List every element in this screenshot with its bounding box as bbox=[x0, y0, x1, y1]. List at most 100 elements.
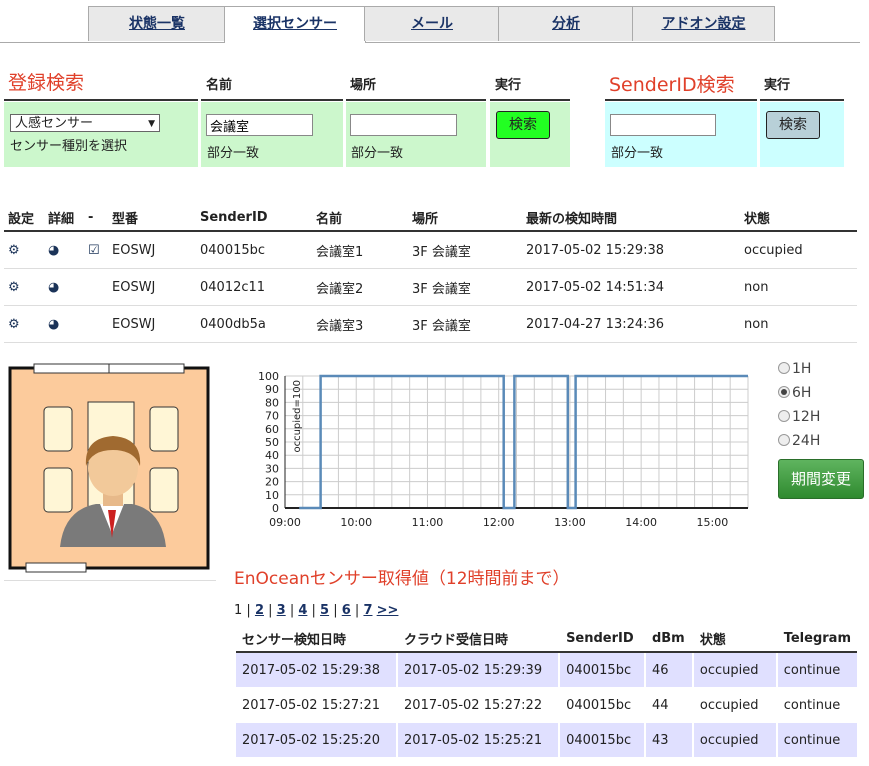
y-tick-label: 90 bbox=[265, 383, 279, 396]
y-tick-label: 10 bbox=[265, 489, 279, 502]
tab-selected-sensor[interactable]: 選択センサー bbox=[224, 6, 366, 43]
name-input[interactable] bbox=[206, 114, 313, 136]
sender-id-input[interactable] bbox=[610, 114, 716, 136]
log-table-header: センサー検知日時 クラウド受信日時 SenderID dBm 状態 Telegr… bbox=[236, 625, 857, 653]
y-tick-label: 0 bbox=[272, 502, 279, 515]
place-input[interactable] bbox=[350, 114, 457, 136]
gauge-icon[interactable]: ◕ bbox=[48, 243, 59, 258]
x-tick-label: 15:00 bbox=[697, 516, 729, 529]
radio-icon bbox=[778, 410, 790, 422]
gear-icon[interactable]: ⚙ bbox=[8, 317, 20, 332]
x-tick-label: 09:00 bbox=[269, 516, 301, 529]
col-select: - bbox=[84, 204, 108, 232]
radio-icon bbox=[778, 362, 790, 374]
pager-link[interactable]: 5 bbox=[320, 603, 329, 618]
log-title: EnOceanセンサー取得値（12時間前まで） bbox=[234, 569, 570, 589]
gauge-icon[interactable]: ◕ bbox=[48, 280, 59, 295]
col-dbm: dBm bbox=[643, 625, 693, 653]
place-cell: 3F 会議室 bbox=[408, 268, 522, 306]
pager-link[interactable]: 7 bbox=[363, 603, 372, 618]
state-cell: occupied bbox=[691, 652, 777, 688]
sensor-table: 設定 詳細 - 型番 SenderID 名前 場所 最新の検知時間 状態 ⚙ ◕… bbox=[4, 204, 857, 343]
tab-bar: 状態一覧 選択センサー メール 分析 アドオン設定 bbox=[0, 6, 860, 43]
table-row: ⚙ ◕ ☑ EOSWJ 040015bc 会議室1 3F 会議室 2017-05… bbox=[4, 231, 857, 269]
time-cell: 2017-05-02 15:29:38 bbox=[522, 231, 740, 269]
sender-id-cell: 040015bc bbox=[558, 722, 645, 758]
y-axis-label: occupied=100 bbox=[292, 380, 303, 453]
name-column-label: 名前 bbox=[206, 78, 233, 93]
time-cell: 2017-05-02 14:51:34 bbox=[522, 268, 740, 306]
chevron-down-icon: ▼ bbox=[148, 119, 155, 129]
period-option-1h[interactable]: 1H bbox=[778, 361, 811, 377]
room-illustration bbox=[8, 363, 210, 573]
col-state: 状態 bbox=[740, 204, 857, 232]
model-cell: EOSWJ bbox=[108, 231, 196, 269]
y-tick-label: 100 bbox=[258, 370, 279, 383]
tab-addon-settings[interactable]: アドオン設定 bbox=[632, 6, 775, 41]
y-tick-label: 50 bbox=[265, 436, 279, 449]
radio-selected-icon bbox=[778, 386, 790, 398]
telegram-cell: continue bbox=[775, 652, 857, 688]
period-option-6h[interactable]: 6H bbox=[778, 385, 811, 401]
register-search-button[interactable]: 検索 bbox=[496, 111, 550, 139]
pager-link[interactable]: 6 bbox=[342, 603, 351, 618]
name-cell: 会議室2 bbox=[312, 268, 408, 306]
cloud-time-cell: 2017-05-02 15:25:21 bbox=[396, 722, 560, 758]
col-model: 型番 bbox=[108, 204, 196, 232]
tab-status-list[interactable]: 状態一覧 bbox=[88, 6, 226, 41]
x-tick-label: 10:00 bbox=[340, 516, 372, 529]
col-name: 名前 bbox=[312, 204, 408, 232]
y-tick-label: 60 bbox=[265, 423, 279, 436]
place-hint: 部分一致 bbox=[351, 146, 404, 161]
pager-link[interactable]: 2 bbox=[255, 603, 264, 618]
pager-next-link[interactable]: >> bbox=[377, 603, 399, 618]
occupancy-chart: 0102030405060708090100 09:00 10:00 11:00 12:… bbox=[258, 370, 749, 529]
table-row: ⚙ ◕ EOSWJ 04012c11 会議室2 3F 会議室 2017-05-0… bbox=[4, 268, 857, 306]
sensor-table-header: 設定 詳細 - 型番 SenderID 名前 場所 最新の検知時間 状態 bbox=[4, 204, 857, 232]
tab-mail[interactable]: メール bbox=[364, 6, 500, 41]
register-search-title: 登録検索 bbox=[8, 72, 85, 94]
exec-column-label: 実行 bbox=[495, 78, 522, 93]
table-row: ⚙ ◕ EOSWJ 0400db5a 会議室3 3F 会議室 2017-04-2… bbox=[4, 305, 857, 343]
table-row: 2017-05-02 15:29:38 2017-05-02 15:29:39 … bbox=[236, 652, 857, 688]
y-tick-label: 40 bbox=[265, 449, 279, 462]
sender-id-hint: 部分一致 bbox=[611, 146, 664, 161]
x-tick-label: 11:00 bbox=[412, 516, 444, 529]
sensor-type-select[interactable]: 人感センサー ▼ bbox=[10, 114, 160, 132]
time-cell: 2017-04-27 13:24:36 bbox=[522, 305, 740, 343]
y-tick-label: 70 bbox=[265, 410, 279, 423]
col-place: 場所 bbox=[408, 204, 522, 232]
checkbox-checked-icon[interactable]: ☑ bbox=[88, 243, 100, 258]
gear-icon[interactable]: ⚙ bbox=[8, 280, 20, 295]
sender-id-cell: 04012c11 bbox=[196, 268, 312, 306]
gauge-icon[interactable]: ◕ bbox=[48, 317, 59, 332]
pager-link[interactable]: 3 bbox=[277, 603, 286, 618]
sender-search-button[interactable]: 検索 bbox=[766, 111, 820, 139]
pager-link[interactable]: 4 bbox=[298, 603, 307, 618]
sender-search-title: SenderID検索 bbox=[609, 74, 735, 96]
state-cell: non bbox=[740, 268, 857, 306]
sender-exec-column-label: 実行 bbox=[764, 78, 791, 93]
radio-icon bbox=[778, 434, 790, 446]
detect-time-cell: 2017-05-02 15:25:20 bbox=[236, 722, 398, 758]
col-detect-time: センサー検知日時 bbox=[236, 625, 398, 653]
name-hint: 部分一致 bbox=[207, 146, 260, 161]
sender-id-cell: 040015bc bbox=[558, 687, 645, 723]
x-tick-label: 14:00 bbox=[625, 516, 657, 529]
sensor-type-value: 人感センサー bbox=[15, 116, 94, 131]
detect-time-cell: 2017-05-02 15:29:38 bbox=[236, 652, 398, 688]
tab-analysis[interactable]: 分析 bbox=[498, 6, 634, 41]
col-sender-id: SenderID bbox=[196, 204, 312, 232]
dbm-cell: 46 bbox=[643, 652, 693, 688]
col-settings: 設定 bbox=[4, 204, 44, 232]
period-change-button[interactable]: 期間変更 bbox=[778, 459, 864, 499]
col-sender-id: SenderID bbox=[558, 625, 645, 653]
sender-id-cell: 040015bc bbox=[558, 652, 645, 688]
gear-icon[interactable]: ⚙ bbox=[8, 243, 20, 258]
period-option-24h[interactable]: 24H bbox=[778, 433, 820, 449]
state-cell: occupied bbox=[691, 722, 777, 758]
dbm-cell: 43 bbox=[643, 722, 693, 758]
y-tick-label: 30 bbox=[265, 462, 279, 475]
state-cell: non bbox=[740, 305, 857, 343]
period-option-12h[interactable]: 12H bbox=[778, 409, 820, 425]
